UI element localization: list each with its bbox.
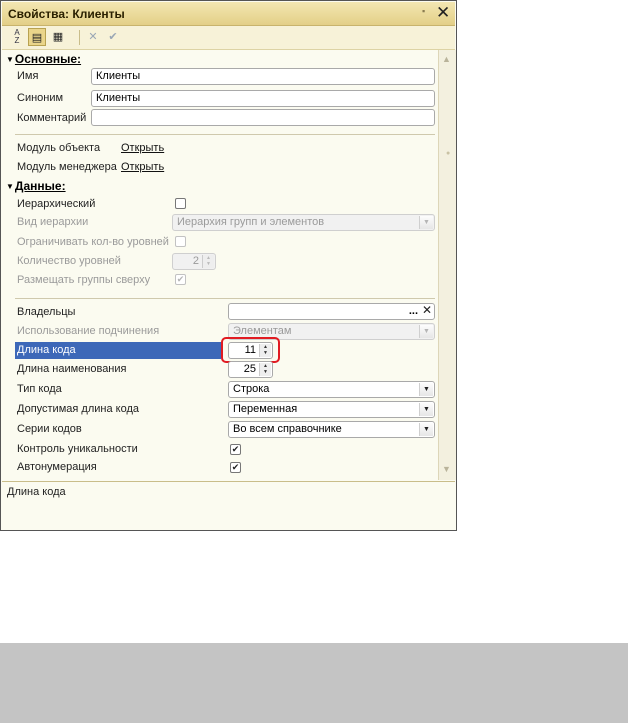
manager-module-open-link[interactable]: Открыть (121, 161, 164, 173)
levels-count-label: Количество уровней (17, 255, 121, 267)
divider (15, 134, 435, 135)
code-series-label: Серии кодов (17, 423, 82, 435)
code-type-value: Строка (233, 383, 270, 395)
code-series-select[interactable]: Во всем справочнике ▼ (228, 421, 435, 438)
properties-panel: ▼Основные: Имя Клиенты Синоним Клиенты К… (2, 50, 438, 480)
background-gray-band (0, 643, 628, 723)
groups-on-top-checkbox[interactable]: ✔ (175, 274, 186, 285)
name-input[interactable]: Клиенты (91, 68, 435, 85)
name-length-label: Длина наименования (17, 363, 127, 375)
dropdown-arrow-icon[interactable]: ▼ (419, 216, 433, 229)
limit-levels-label: Ограничивать кол-во уровней (17, 236, 169, 248)
synonym-label: Синоним (17, 92, 64, 104)
spin-arrows-icon[interactable]: ▲ ▼ (259, 363, 271, 376)
manager-module-label: Модуль менеджера (17, 161, 117, 173)
description-text: Длина кода (7, 486, 66, 498)
dropdown-arrow-icon[interactable]: ▼ (419, 325, 433, 338)
code-allowed-length-value: Переменная (233, 403, 298, 415)
red-highlight-frame (221, 337, 280, 363)
groups-on-top-label: Размещать группы сверху (17, 274, 151, 286)
window-title: Свойства: Клиенты (8, 7, 125, 21)
object-module-label: Модуль объекта (17, 142, 101, 154)
owners-label: Владельцы (17, 306, 76, 318)
code-type-select[interactable]: Строка ▼ (228, 381, 435, 398)
name-label: Имя (17, 70, 39, 82)
clear-icon[interactable]: ✕ (422, 303, 432, 318)
hierarchy-type-value: Иерархия групп и элементов (177, 216, 325, 228)
comment-label: Комментарий (17, 112, 87, 124)
description-panel: Длина кода (2, 481, 455, 530)
scroll-thumb[interactable]: ● (446, 150, 450, 157)
sort-alphabetically-icon[interactable]: AZ (8, 28, 26, 46)
hierarchical-checkbox[interactable] (175, 198, 186, 209)
divider (15, 298, 435, 299)
subordination-label: Использование подчинения (17, 325, 160, 337)
code-type-label: Тип кода (17, 383, 62, 395)
categories-icon[interactable]: ▤ (28, 28, 46, 46)
properties-window: Свойства: Клиенты ▪ ✕ AZ ▤ ▦ ✕ ✔ ▼Основн… (0, 0, 457, 531)
object-module-open-link[interactable]: Открыть (121, 142, 164, 154)
title-bar[interactable]: Свойства: Клиенты ▪ ✕ (2, 2, 455, 26)
code-allowed-length-select[interactable]: Переменная ▼ (228, 401, 435, 418)
dropdown-arrow-icon[interactable]: ▼ (419, 383, 433, 396)
hierarchy-type-label: Вид иерархии (17, 216, 89, 228)
vertical-scrollbar[interactable]: ▲ ● ▼ (438, 50, 456, 480)
cancel-icon[interactable]: ✕ (84, 28, 102, 46)
uniqueness-control-checkbox[interactable]: ✔ (230, 444, 241, 455)
group-data-header[interactable]: ▼Данные: (6, 179, 66, 193)
levels-count-value: 2 (192, 255, 199, 267)
collapse-triangle-icon: ▼ (6, 182, 14, 191)
close-icon[interactable]: ✕ (436, 3, 450, 23)
apply-icon[interactable]: ✔ (104, 28, 122, 46)
filter-icon[interactable]: ▦ (49, 28, 67, 46)
owners-input[interactable]: ... ✕ (228, 303, 435, 320)
select-ellipsis-button[interactable]: ... (409, 304, 418, 319)
spin-arrows-icon[interactable]: ▲ ▼ (202, 255, 214, 268)
levels-count-stepper[interactable]: 2 ▲ ▼ (172, 253, 216, 270)
dropdown-arrow-icon[interactable]: ▼ (419, 423, 433, 436)
dropdown-arrow-icon[interactable]: ▼ (419, 403, 433, 416)
scroll-up-icon[interactable]: ▲ (442, 54, 451, 64)
toolbar: AZ ▤ ▦ ✕ ✔ (2, 26, 455, 50)
autonumber-label: Автонумерация (17, 461, 97, 473)
name-length-stepper[interactable]: 25 ▲ ▼ (228, 361, 273, 378)
limit-levels-checkbox[interactable] (175, 236, 186, 247)
uniqueness-control-label: Контроль уникальности (17, 443, 138, 455)
hierarchical-label: Иерархический (17, 198, 96, 210)
autonumber-checkbox[interactable]: ✔ (230, 462, 241, 473)
collapse-triangle-icon: ▼ (6, 55, 14, 64)
scroll-down-icon[interactable]: ▼ (442, 464, 451, 474)
code-length-label[interactable]: Длина кода (17, 344, 76, 356)
name-length-value: 25 (243, 363, 256, 375)
subordination-value: Элементам (233, 325, 292, 337)
synonym-input[interactable]: Клиенты (91, 90, 435, 107)
code-series-value: Во всем справочнике (233, 423, 342, 435)
group-basic-header[interactable]: ▼Основные: (6, 52, 81, 66)
pin-icon[interactable]: ▪ (422, 6, 425, 16)
hierarchy-type-select[interactable]: Иерархия групп и элементов ▼ (172, 214, 435, 231)
code-allowed-length-label: Допустимая длина кода (17, 403, 139, 415)
comment-input[interactable] (91, 109, 435, 126)
toolbar-separator (79, 30, 80, 45)
